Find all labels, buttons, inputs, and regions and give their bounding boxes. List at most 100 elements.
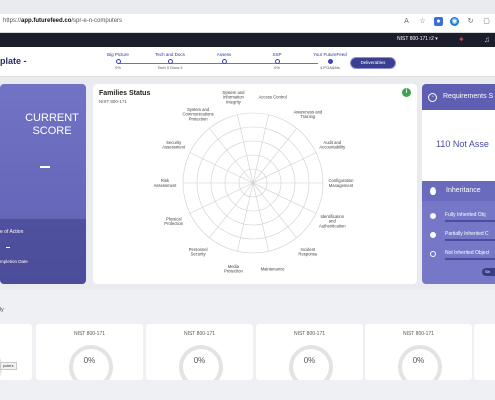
- step-value: 0%: [274, 65, 280, 70]
- date-of-action-value: [6, 247, 10, 248]
- nist-card-value: 0%: [412, 356, 425, 365]
- step-value: Tech 0 Docs 4: [157, 65, 183, 70]
- families-radar-chart: Access Control Awareness and Training Audit…: [154, 90, 355, 274]
- radar-axis-label: Audit and Accountability: [319, 140, 346, 150]
- step-label: Tech and Docs: [155, 52, 185, 57]
- nist-card[interactable]: NIST 800-171 0%: [256, 324, 363, 380]
- inheritance-title: Inheritance: [446, 187, 481, 194]
- extension-icon[interactable]: ●: [434, 17, 443, 26]
- puzzle-icon[interactable]: ▢: [482, 17, 491, 26]
- step-label: Your FutureFeed: [313, 52, 347, 57]
- step-dot: [327, 59, 333, 64]
- inheritance-row-label: Not Inherited Object: [445, 250, 490, 256]
- radar-axis-label: Configuration Management: [329, 178, 355, 188]
- browser-address-bar[interactable]: https://app.futurefeed.co/spr-e-n-comput…: [0, 14, 495, 33]
- nist-card-value: 0%: [303, 356, 316, 365]
- nist-card[interactable]: [474, 324, 495, 380]
- step-tech-and-docs[interactable]: Tech and Docs Tech 0 Docs 4: [140, 52, 200, 70]
- chevron-down-icon: ▾: [435, 36, 438, 42]
- profile-extension-icon[interactable]: ◉: [450, 17, 459, 26]
- current-score-card: CURRENT SCORE e of Action mpletion Date: [0, 84, 86, 284]
- translate-icon[interactable]: A: [402, 17, 411, 26]
- hover-tooltip: puters: [0, 362, 17, 370]
- nist-card[interactable]: [0, 324, 32, 380]
- step-label: Assess: [216, 52, 232, 57]
- radar-axis-label: Maintenance: [261, 266, 286, 271]
- radar-axis-label: Physical Protection: [164, 216, 184, 226]
- families-status-card: Families Status NIST 800-171 i Access Co…: [93, 84, 417, 284]
- radar-axis-label: Awareness and Training: [293, 109, 322, 119]
- radar-axis-label: Media Protection: [224, 264, 244, 274]
- step-big-picture[interactable]: Big Picture 0%: [88, 52, 148, 70]
- page-header: plate - Big Picture 0% Tech and Docs Tec…: [0, 47, 495, 77]
- step-dot: [274, 59, 280, 64]
- nist-card[interactable]: NIST 800-171 0%: [146, 324, 253, 380]
- step-label: SSP: [272, 52, 282, 57]
- drop-icon: [430, 187, 436, 195]
- nist-card-label: NIST 800-171: [73, 331, 106, 337]
- nist-card-label: NIST 800-171: [183, 331, 216, 337]
- radio-icon[interactable]: [430, 213, 436, 219]
- star-icon[interactable]: ☆: [418, 17, 427, 26]
- bottom-section: ly NIST 800-171 0% NIST 800-171 0% NIST …: [0, 290, 495, 400]
- current-score-title: CURRENT SCORE: [25, 112, 79, 137]
- radar-axis-label: Risk Assessment: [154, 178, 178, 188]
- radar-axis-label: System and Information Integrity: [222, 90, 245, 105]
- radar-axis-label: Incident Response: [298, 247, 318, 257]
- nist-card-label: NIST 800-171: [293, 331, 326, 337]
- inheritance-header: Inheritance: [422, 181, 495, 201]
- nist-card[interactable]: NIST 800-171 0%: [36, 324, 143, 380]
- browser-toolbar: A ☆ ● ◉ ↻ ▢: [402, 17, 491, 26]
- radar-axis-label: Security Assessment: [162, 140, 186, 150]
- completion-date-label: mpletion Date: [0, 259, 28, 264]
- nist-card-label: NIST 800-171: [402, 331, 435, 337]
- inheritance-row-label: Fully Inherited Obj: [445, 212, 486, 218]
- url-text[interactable]: https://app.futurefeed.co/spr-e-n-comput…: [3, 18, 122, 24]
- show-button[interactable]: Sh: [482, 268, 495, 276]
- page-title: plate -: [0, 56, 27, 66]
- refresh-icon[interactable]: ↻: [466, 17, 475, 26]
- deliverables-button[interactable]: Deliverables: [350, 57, 396, 69]
- progress-bar: [445, 239, 495, 241]
- nist-card[interactable]: NIST 800-171 0%: [365, 324, 472, 380]
- requirements-title: Requirements S: [443, 93, 494, 100]
- url-prefix: https://: [3, 18, 22, 24]
- inheritance-row-not[interactable]: Not Inherited Object: [422, 248, 495, 264]
- nist-card-value: 0%: [83, 356, 96, 365]
- inheritance-row-partially[interactable]: Partially Inherited C: [422, 229, 495, 245]
- url-host: app.futurefeed.co: [21, 18, 72, 24]
- inheritance-row-label: Partially Inherited C: [445, 231, 489, 237]
- progress-bar: [445, 220, 495, 222]
- score-details: e of Action mpletion Date: [0, 219, 86, 284]
- step-assess[interactable]: Assess: [194, 52, 254, 65]
- step-ssp[interactable]: SSP 0%: [247, 52, 307, 70]
- requirements-header: ◔ Requirements S: [422, 84, 495, 110]
- framework-select-value: NIST 800-171 r2: [397, 36, 434, 42]
- radar-axis-label: Identification and Authentication: [319, 214, 346, 229]
- nist-card-value: 0%: [193, 356, 206, 365]
- bell-icon[interactable]: ♫: [484, 35, 490, 44]
- radio-icon[interactable]: [430, 251, 436, 257]
- step-dot: [221, 59, 227, 64]
- radio-icon[interactable]: [430, 232, 436, 238]
- inheritance-row-fully[interactable]: Fully Inherited Obj: [422, 210, 495, 226]
- framework-select[interactable]: NIST 800-171 r2 ▾: [397, 36, 438, 42]
- progress-bar: [445, 258, 495, 260]
- app-topbar: NIST 800-171 r2 ▾ ✦ ♫: [0, 33, 495, 47]
- gauge-icon: ◔: [428, 93, 437, 102]
- step-value: 0%: [115, 65, 121, 70]
- radar-axis-label: Access Control: [258, 95, 286, 100]
- step-label: Big Picture: [107, 52, 129, 57]
- radar-axis-label: Personnel Security: [189, 247, 208, 257]
- requirements-card: ◔ Requirements S 110 Not Asse Inheritanc…: [422, 84, 495, 284]
- pin-icon[interactable]: ✦: [458, 35, 465, 44]
- bottom-section-title: ly: [0, 307, 4, 313]
- radar-axis-label: System and Communications Protection: [183, 107, 214, 122]
- url-path: /spr-e-n-computers: [71, 18, 123, 24]
- step-dot: [167, 59, 173, 64]
- radar-grid: [182, 112, 324, 254]
- date-of-action-label: e of Action: [0, 229, 24, 235]
- requirements-count: 110 Not Asse: [436, 139, 489, 149]
- step-dot: [115, 59, 121, 64]
- current-score-value: [40, 166, 50, 168]
